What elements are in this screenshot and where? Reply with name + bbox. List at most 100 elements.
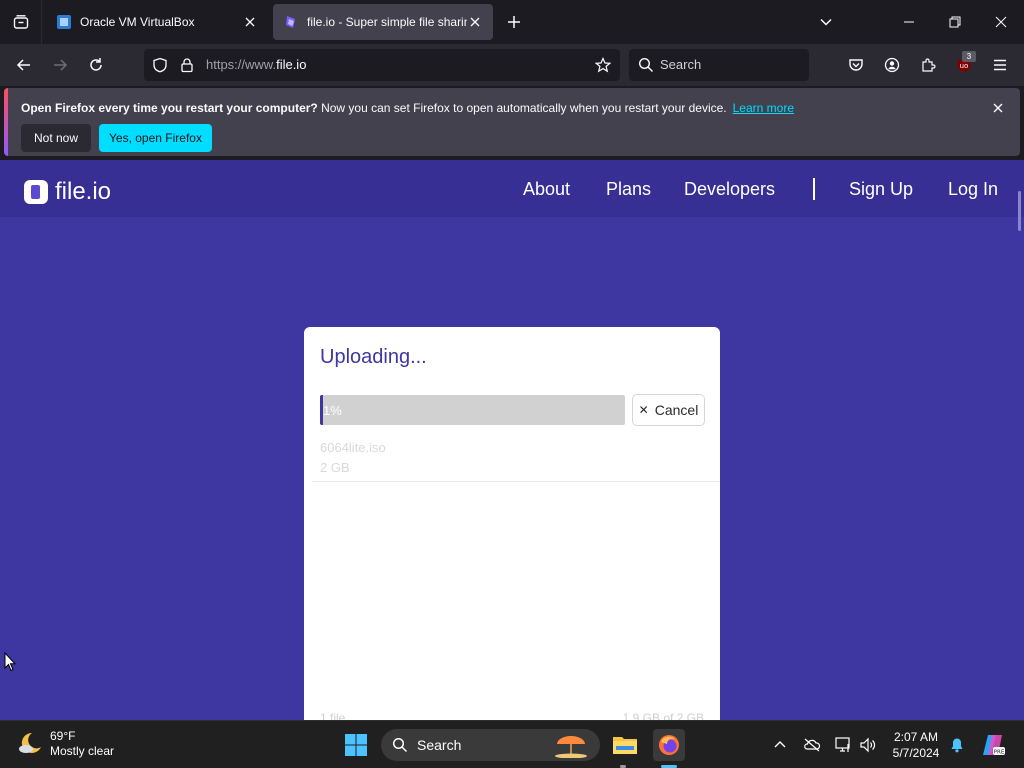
cancel-button[interactable]: ✕ Cancel <box>632 394 705 426</box>
nav-sign-up[interactable]: Sign Up <box>849 179 913 200</box>
minimize-button[interactable] <box>886 0 932 44</box>
address-bar[interactable]: https://www.file.io <box>144 49 620 81</box>
tab-list-icon <box>13 15 28 29</box>
url-text: https://www.file.io <box>206 57 306 72</box>
close-tab-icon[interactable] <box>467 14 483 30</box>
firefox-taskbar-button[interactable] <box>653 729 685 761</box>
page-scrollbar[interactable] <box>1018 191 1021 231</box>
minimize-icon <box>904 21 914 23</box>
learn-more-link[interactable]: Learn more <box>733 101 794 115</box>
file-explorer-button[interactable] <box>609 729 641 761</box>
copilot-button[interactable]: PRE <box>977 729 1009 761</box>
default-browser-notification: Open Firefox every time you restart your… <box>4 88 1020 156</box>
notification-text: Now you can set Firefox to open automati… <box>317 101 727 115</box>
pocket-icon <box>849 59 863 71</box>
logo-text: file.io <box>55 178 112 205</box>
cloud-offline-icon <box>804 738 821 752</box>
card-divider <box>312 481 720 482</box>
onedrive-button[interactable] <box>802 735 822 755</box>
file-name: 6064lite.iso <box>320 440 386 455</box>
account-icon <box>884 57 900 73</box>
notifications-button[interactable] <box>947 735 967 755</box>
tab-strip: Oracle VM VirtualBox file.io - Super sim… <box>0 0 1024 44</box>
taskbar-search-label: Search <box>417 737 462 753</box>
site-logo[interactable]: file.io <box>24 178 111 206</box>
nav-log-in[interactable]: Log In <box>948 179 998 200</box>
fileio-logo-icon <box>24 180 48 204</box>
star-icon[interactable] <box>595 57 611 73</box>
weather-temp: 69°F <box>50 729 76 743</box>
not-now-button[interactable]: Not now <box>21 124 91 152</box>
nav-developers[interactable]: Developers <box>684 179 775 200</box>
yes-open-firefox-button[interactable]: Yes, open Firefox <box>99 124 212 152</box>
weather-desc: Mostly clear <box>50 744 115 758</box>
hamburger-menu-icon <box>994 59 1006 71</box>
pocket-button[interactable] <box>840 49 872 81</box>
puzzle-icon <box>922 58 936 72</box>
new-tab-button[interactable] <box>500 8 528 36</box>
upload-heading: Uploading... <box>320 346 427 368</box>
upload-card: Uploading... 1% ✕ Cancel 6064lite.iso 2 … <box>304 327 720 720</box>
restore-button[interactable] <box>932 0 978 44</box>
close-icon <box>995 16 1007 28</box>
beach-umbrella-icon <box>555 736 587 758</box>
bell-icon <box>951 738 963 753</box>
lock-icon[interactable] <box>179 57 195 73</box>
search-bar[interactable]: Search <box>629 49 809 81</box>
cancel-label: Cancel <box>654 402 699 418</box>
weather-widget[interactable]: 69°F Mostly clear <box>16 729 114 759</box>
start-button[interactable] <box>340 729 372 761</box>
svg-text:uo: uo <box>960 62 969 70</box>
shield-icon[interactable] <box>152 57 168 73</box>
upload-progress-bar: 1% <box>320 395 625 425</box>
show-hidden-icons-button[interactable] <box>770 735 790 755</box>
web-page: file.io About Plans Developers Sign Up L… <box>0 160 1024 720</box>
close-tab-icon[interactable] <box>242 14 258 30</box>
nav-about[interactable]: About <box>523 179 570 200</box>
reload-button[interactable] <box>80 49 112 81</box>
extension-badge: 3 <box>962 51 976 62</box>
firefox-icon <box>659 735 679 755</box>
windows-taskbar: 69°F Mostly clear Search 2:07 AM 5/7/202… <box>0 720 1024 768</box>
tab-fileio[interactable]: file.io - Super simple file sharing <box>273 4 493 40</box>
close-icon: ✕ <box>638 403 649 417</box>
notification-bold-text: Open Firefox every time you restart your… <box>21 101 318 115</box>
extensions-button[interactable] <box>912 49 944 81</box>
clock-date: 5/7/2024 <box>892 746 940 760</box>
notification-accent <box>4 88 8 156</box>
search-placeholder: Search <box>660 57 702 72</box>
network-icon <box>835 737 850 752</box>
tab-virtualbox[interactable]: Oracle VM VirtualBox <box>46 4 268 40</box>
forward-button[interactable] <box>44 49 76 81</box>
close-notification-button[interactable] <box>990 100 1006 116</box>
svg-text:PRE: PRE <box>994 750 1005 756</box>
copilot-icon: PRE <box>983 735 1005 756</box>
arrow-left-icon <box>16 59 30 71</box>
tab-title: Oracle VM VirtualBox <box>80 15 195 29</box>
chevron-down-icon <box>820 18 832 26</box>
restore-icon <box>949 16 961 28</box>
close-icon <box>993 103 1003 113</box>
app-menu-button[interactable] <box>984 49 1016 81</box>
network-button[interactable] <box>834 735 854 755</box>
search-icon <box>638 57 653 72</box>
taskbar-search[interactable]: Search <box>381 729 600 761</box>
plus-icon <box>508 16 520 28</box>
clock-time: 2:07 AM <box>893 730 939 744</box>
account-button[interactable] <box>876 49 908 81</box>
tab-list-button[interactable] <box>0 0 42 44</box>
navigation-toolbar: https://www.file.io Search uo <box>0 44 1024 86</box>
speaker-icon <box>860 737 876 753</box>
file-count: 1 file <box>320 711 346 720</box>
mouse-cursor-icon <box>4 652 16 672</box>
list-all-tabs-button[interactable] <box>812 8 840 36</box>
back-button[interactable] <box>8 49 40 81</box>
reload-icon <box>90 58 102 71</box>
system-clock[interactable]: 2:07 AM 5/7/2024 <box>885 729 947 761</box>
windows-logo-icon <box>345 734 367 756</box>
close-window-button[interactable] <box>978 0 1024 44</box>
moon-cloud-icon <box>19 732 41 753</box>
tab-title: file.io - Super simple file sharing <box>307 15 467 29</box>
nav-plans[interactable]: Plans <box>606 179 651 200</box>
volume-button[interactable] <box>858 735 878 755</box>
